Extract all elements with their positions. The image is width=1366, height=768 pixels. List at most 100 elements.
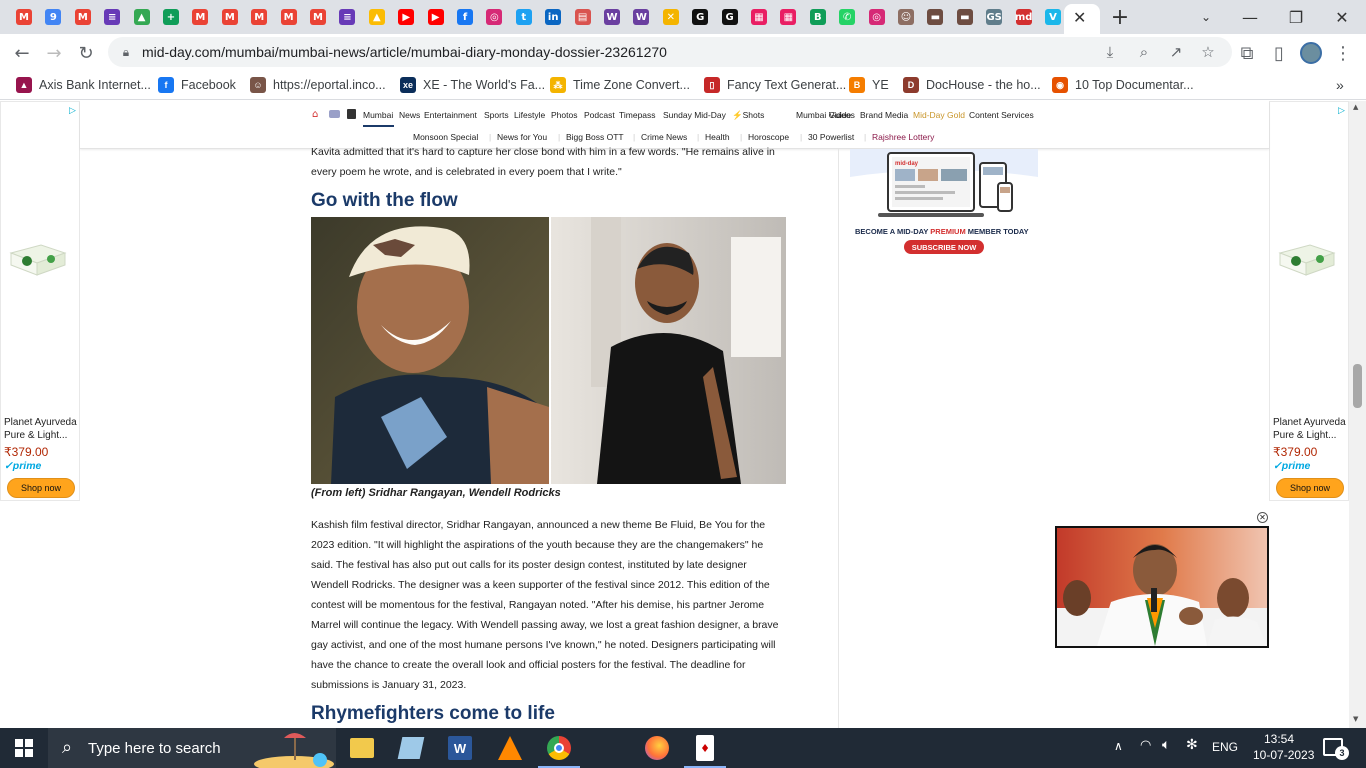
nav-photos[interactable]: Photos [551, 110, 577, 120]
taskbar-chrome-icon[interactable] [547, 736, 571, 760]
subnav-30-powerlist[interactable]: 30 Powerlist [808, 132, 854, 142]
floating-video-player[interactable] [1055, 526, 1269, 648]
tab-instagram[interactable]: ◎ [866, 6, 888, 28]
battery-icon[interactable]: ✻ [1186, 737, 1198, 753]
tab-gmail[interactable]: M [219, 6, 241, 28]
right-side-ad[interactable]: ▷ Planet Ayurveda Pure & Light... ₹379.0… [1269, 101, 1349, 501]
close-window-button[interactable]: ✕ [1322, 6, 1362, 28]
tab-b-app[interactable]: B [807, 6, 829, 28]
taskbar-firefox-icon[interactable] [645, 736, 669, 760]
tab-g-app[interactable]: G [719, 6, 741, 28]
url-text[interactable]: mid-day.com/mumbai/mumbai-news/article/m… [142, 44, 667, 60]
nav-podcast[interactable]: Podcast [584, 110, 615, 120]
nav-shots[interactable]: ⚡Shots [732, 110, 764, 121]
tab-calendar[interactable]: 9 [42, 6, 64, 28]
bookmark-facebook[interactable]: f Facebook [158, 76, 236, 94]
nav-entertainment[interactable]: Entertainment [424, 110, 477, 120]
tab-w-app[interactable]: W [601, 6, 623, 28]
close-tab-icon[interactable]: ✕ [1073, 8, 1086, 27]
close-video-icon[interactable]: ✕ [1257, 512, 1268, 523]
subnav-monsoon-special[interactable]: Monsoon Special [413, 132, 478, 142]
product-image[interactable] [1276, 237, 1336, 277]
taskbar-word-icon[interactable]: W [448, 736, 472, 760]
bookmarks-overflow-icon[interactable]: » [1336, 76, 1344, 94]
tab-x-app[interactable]: ✕ [660, 6, 682, 28]
taskbar-notepad-icon[interactable] [397, 737, 425, 759]
tab-drive[interactable]: ▲ [131, 6, 153, 28]
nav-mumbai[interactable]: Mumbai [363, 110, 393, 120]
tab-linkedin[interactable]: in [542, 6, 564, 28]
epaper-icon[interactable] [329, 110, 340, 118]
bookmark-xe[interactable]: xe XE - The World's Fa... [400, 76, 545, 94]
product-image[interactable] [7, 237, 67, 277]
tab-gmail[interactable]: M [189, 6, 211, 28]
install-app-icon[interactable]: ⤓ [1100, 42, 1120, 62]
tab-grid-app[interactable]: ▦ [777, 6, 799, 28]
ad-product-title-1[interactable]: Planet Ayurveda [4, 417, 77, 428]
video-thumbnail[interactable] [1057, 528, 1267, 646]
minimize-button[interactable]: — [1230, 6, 1270, 28]
nav-lifestyle[interactable]: Lifestyle [514, 110, 545, 120]
start-button[interactable] [0, 728, 48, 768]
ad-product-title-2[interactable]: Pure & Light... [1273, 430, 1336, 441]
tab-search-chevron-icon[interactable]: ⌄ [1186, 6, 1226, 28]
tab-bar[interactable]: ▬ [954, 6, 976, 28]
left-side-ad[interactable]: ▷ Planet Ayurveda Pure & Light... ₹379.0… [0, 101, 80, 501]
gallery-icon[interactable] [347, 109, 356, 119]
home-icon[interactable]: ⌂ [312, 109, 318, 120]
tab-gmail[interactable]: M [278, 6, 300, 28]
bookmark-blogger[interactable]: B YE [849, 76, 889, 94]
tab-youtube[interactable]: ▶ [425, 6, 447, 28]
tab-g-app[interactable]: G [689, 6, 711, 28]
volume-icon[interactable]: 🔈︎ [1162, 737, 1170, 753]
extensions-icon[interactable]: ⧉ [1234, 40, 1260, 66]
notification-center-button[interactable]: 3 [1323, 738, 1349, 760]
subnav-crime-news[interactable]: Crime News [641, 132, 687, 142]
page-scrollbar[interactable]: ▲ ▼ [1349, 101, 1366, 728]
search-placeholder[interactable]: Type here to search [88, 740, 221, 757]
tab-drive[interactable]: ▲ [366, 6, 388, 28]
tab-twitter[interactable]: t [513, 6, 535, 28]
bookmark-dochouse[interactable]: D DocHouse - the ho... [903, 76, 1041, 94]
tab-bar[interactable]: ▬ [924, 6, 946, 28]
shop-now-button[interactable]: Shop now [7, 478, 75, 498]
tab-book[interactable]: ▤ [572, 6, 594, 28]
nav-timepass[interactable]: Timepass [619, 110, 656, 120]
profile-avatar[interactable] [1298, 40, 1324, 66]
clock-date[interactable]: 10-07-2023 [1253, 748, 1314, 762]
shop-now-button[interactable]: Shop now [1276, 478, 1344, 498]
taskbar-vlc-icon[interactable] [498, 736, 522, 760]
ad-product-title-2[interactable]: Pure & Light... [4, 430, 67, 441]
subnav-bigg-boss-ott[interactable]: Bigg Boss OTT [566, 132, 624, 142]
tab-forms[interactable]: ≡ [101, 6, 123, 28]
subnav-news-for-you[interactable]: News for You [497, 132, 547, 142]
nav-content-services[interactable]: Content Services [969, 110, 1034, 120]
back-button[interactable]: ← [9, 40, 35, 66]
taskbar-solitaire-icon[interactable]: ♦ [696, 735, 714, 761]
bookmark-fancy-text[interactable]: ▯ Fancy Text Generat... [704, 76, 846, 94]
tab-sheets[interactable]: + [160, 6, 182, 28]
bookmark-timezone[interactable]: ⁂ Time Zone Convert... [550, 76, 690, 94]
adchoices-icon[interactable]: ▷ [1338, 105, 1345, 116]
network-icon[interactable]: ◠ [1140, 738, 1151, 753]
subnav-health[interactable]: Health [705, 132, 730, 142]
zoom-icon[interactable]: ⌕ [1134, 42, 1154, 62]
tab-gmail[interactable]: M [72, 6, 94, 28]
nav-sports[interactable]: Sports [484, 110, 509, 120]
nav-brand-media[interactable]: Brand Media [860, 110, 908, 120]
scroll-down-arrow-icon[interactable]: ▼ [1353, 715, 1358, 723]
adchoices-icon[interactable]: ▷ [69, 105, 76, 116]
address-bar[interactable]: 🔒︎ mid-day.com/mumbai/mumbai-news/articl… [108, 37, 1232, 67]
clock-time[interactable]: 13:54 [1264, 732, 1294, 746]
tab-gs[interactable]: GS [983, 6, 1005, 28]
nav-sunday-mid-day[interactable]: Sunday Mid-Day [663, 110, 726, 120]
tab-gmail[interactable]: M [13, 6, 35, 28]
tab-facebook[interactable]: f [454, 6, 476, 28]
scrollbar-thumb[interactable] [1353, 364, 1362, 408]
bookmark-documentary[interactable]: ◉ 10 Top Documentar... [1052, 76, 1194, 94]
new-tab-button[interactable]: + [1100, 5, 1140, 30]
language-indicator[interactable]: ENG [1212, 740, 1238, 754]
browser-menu-icon[interactable]: ⋮ [1330, 40, 1356, 66]
nav-videos[interactable]: Videos [829, 110, 855, 120]
nav-news[interactable]: News [399, 110, 420, 120]
